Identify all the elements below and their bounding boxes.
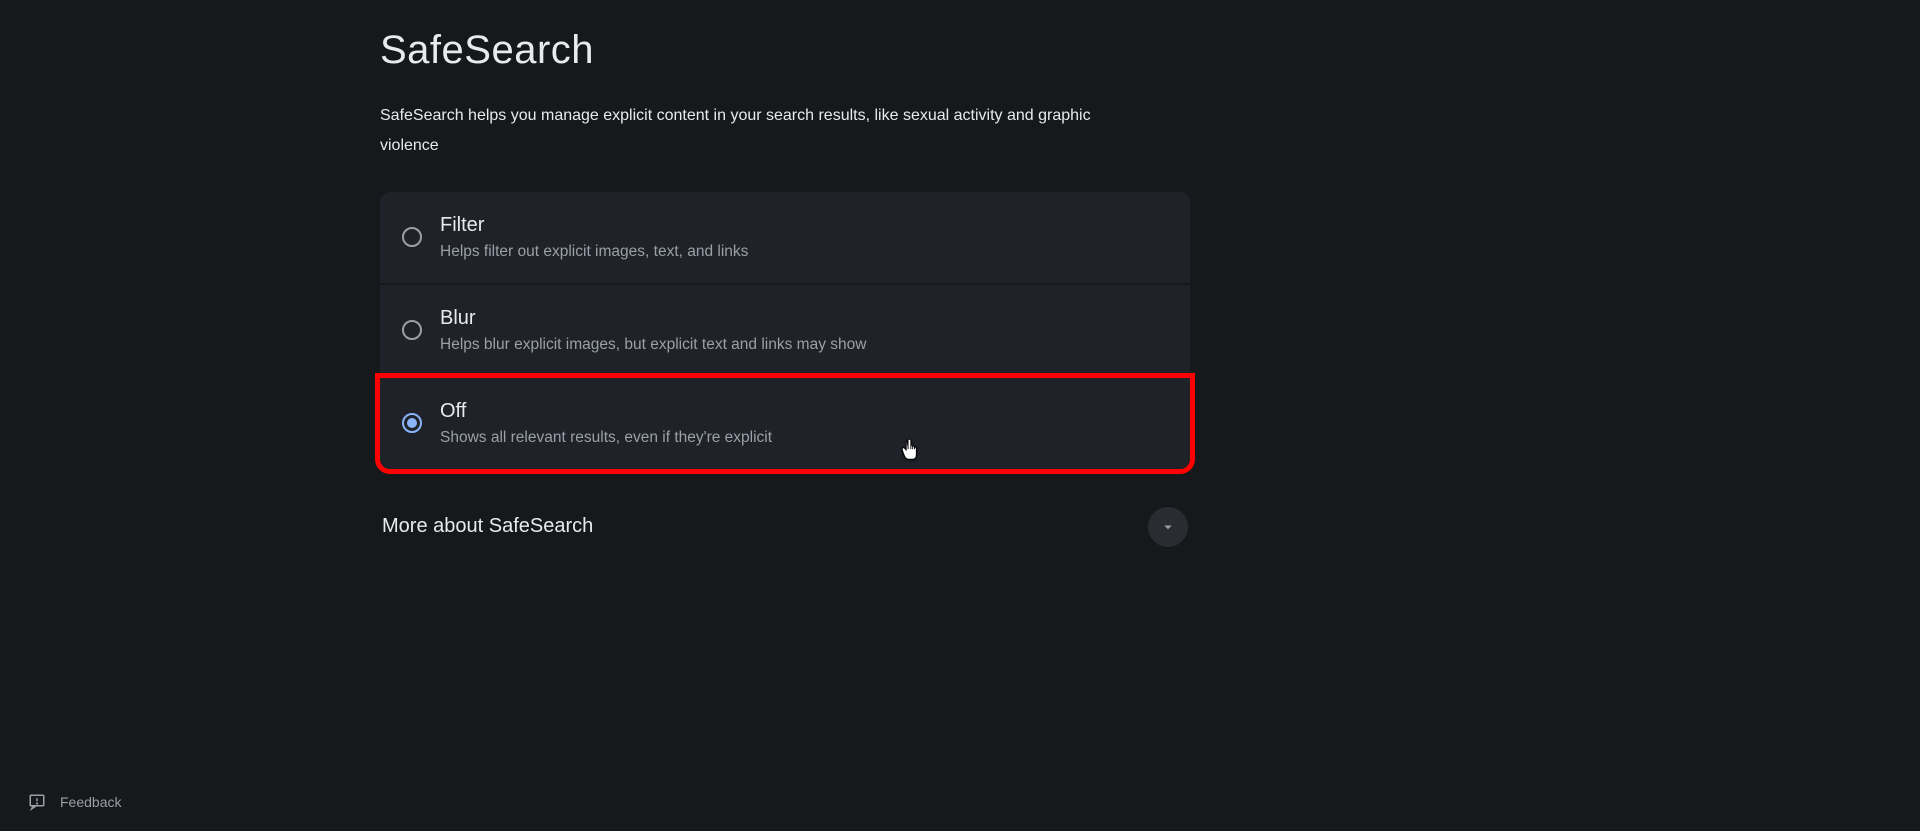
page-title: SafeSearch: [380, 28, 1190, 73]
more-label: More about SafeSearch: [382, 515, 593, 538]
safesearch-options: Filter Helps filter out explicit images,…: [380, 192, 1190, 469]
radio-filter[interactable]: [402, 227, 422, 247]
option-blur-label: Blur: [440, 307, 1168, 330]
option-blur-desc: Helps blur explicit images, but explicit…: [440, 336, 1168, 354]
option-filter-desc: Helps filter out explicit images, text, …: [440, 243, 1168, 261]
feedback-label: Feedback: [60, 794, 121, 810]
feedback-button[interactable]: Feedback: [28, 793, 121, 811]
option-blur[interactable]: Blur Helps blur explicit images, but exp…: [380, 285, 1190, 376]
radio-blur[interactable]: [402, 320, 422, 340]
option-off[interactable]: Off Shows all relevant results, even if …: [380, 378, 1190, 469]
option-filter[interactable]: Filter Helps filter out explicit images,…: [380, 192, 1190, 283]
more-about-safesearch[interactable]: More about SafeSearch: [380, 499, 1190, 555]
option-filter-label: Filter: [440, 214, 1168, 237]
feedback-icon: [28, 793, 46, 811]
page-description: SafeSearch helps you manage explicit con…: [380, 101, 1150, 162]
option-off-label: Off: [440, 400, 1168, 423]
chevron-down-icon: [1148, 507, 1188, 547]
option-off-desc: Shows all relevant results, even if they…: [440, 429, 1168, 447]
radio-off[interactable]: [402, 413, 422, 433]
